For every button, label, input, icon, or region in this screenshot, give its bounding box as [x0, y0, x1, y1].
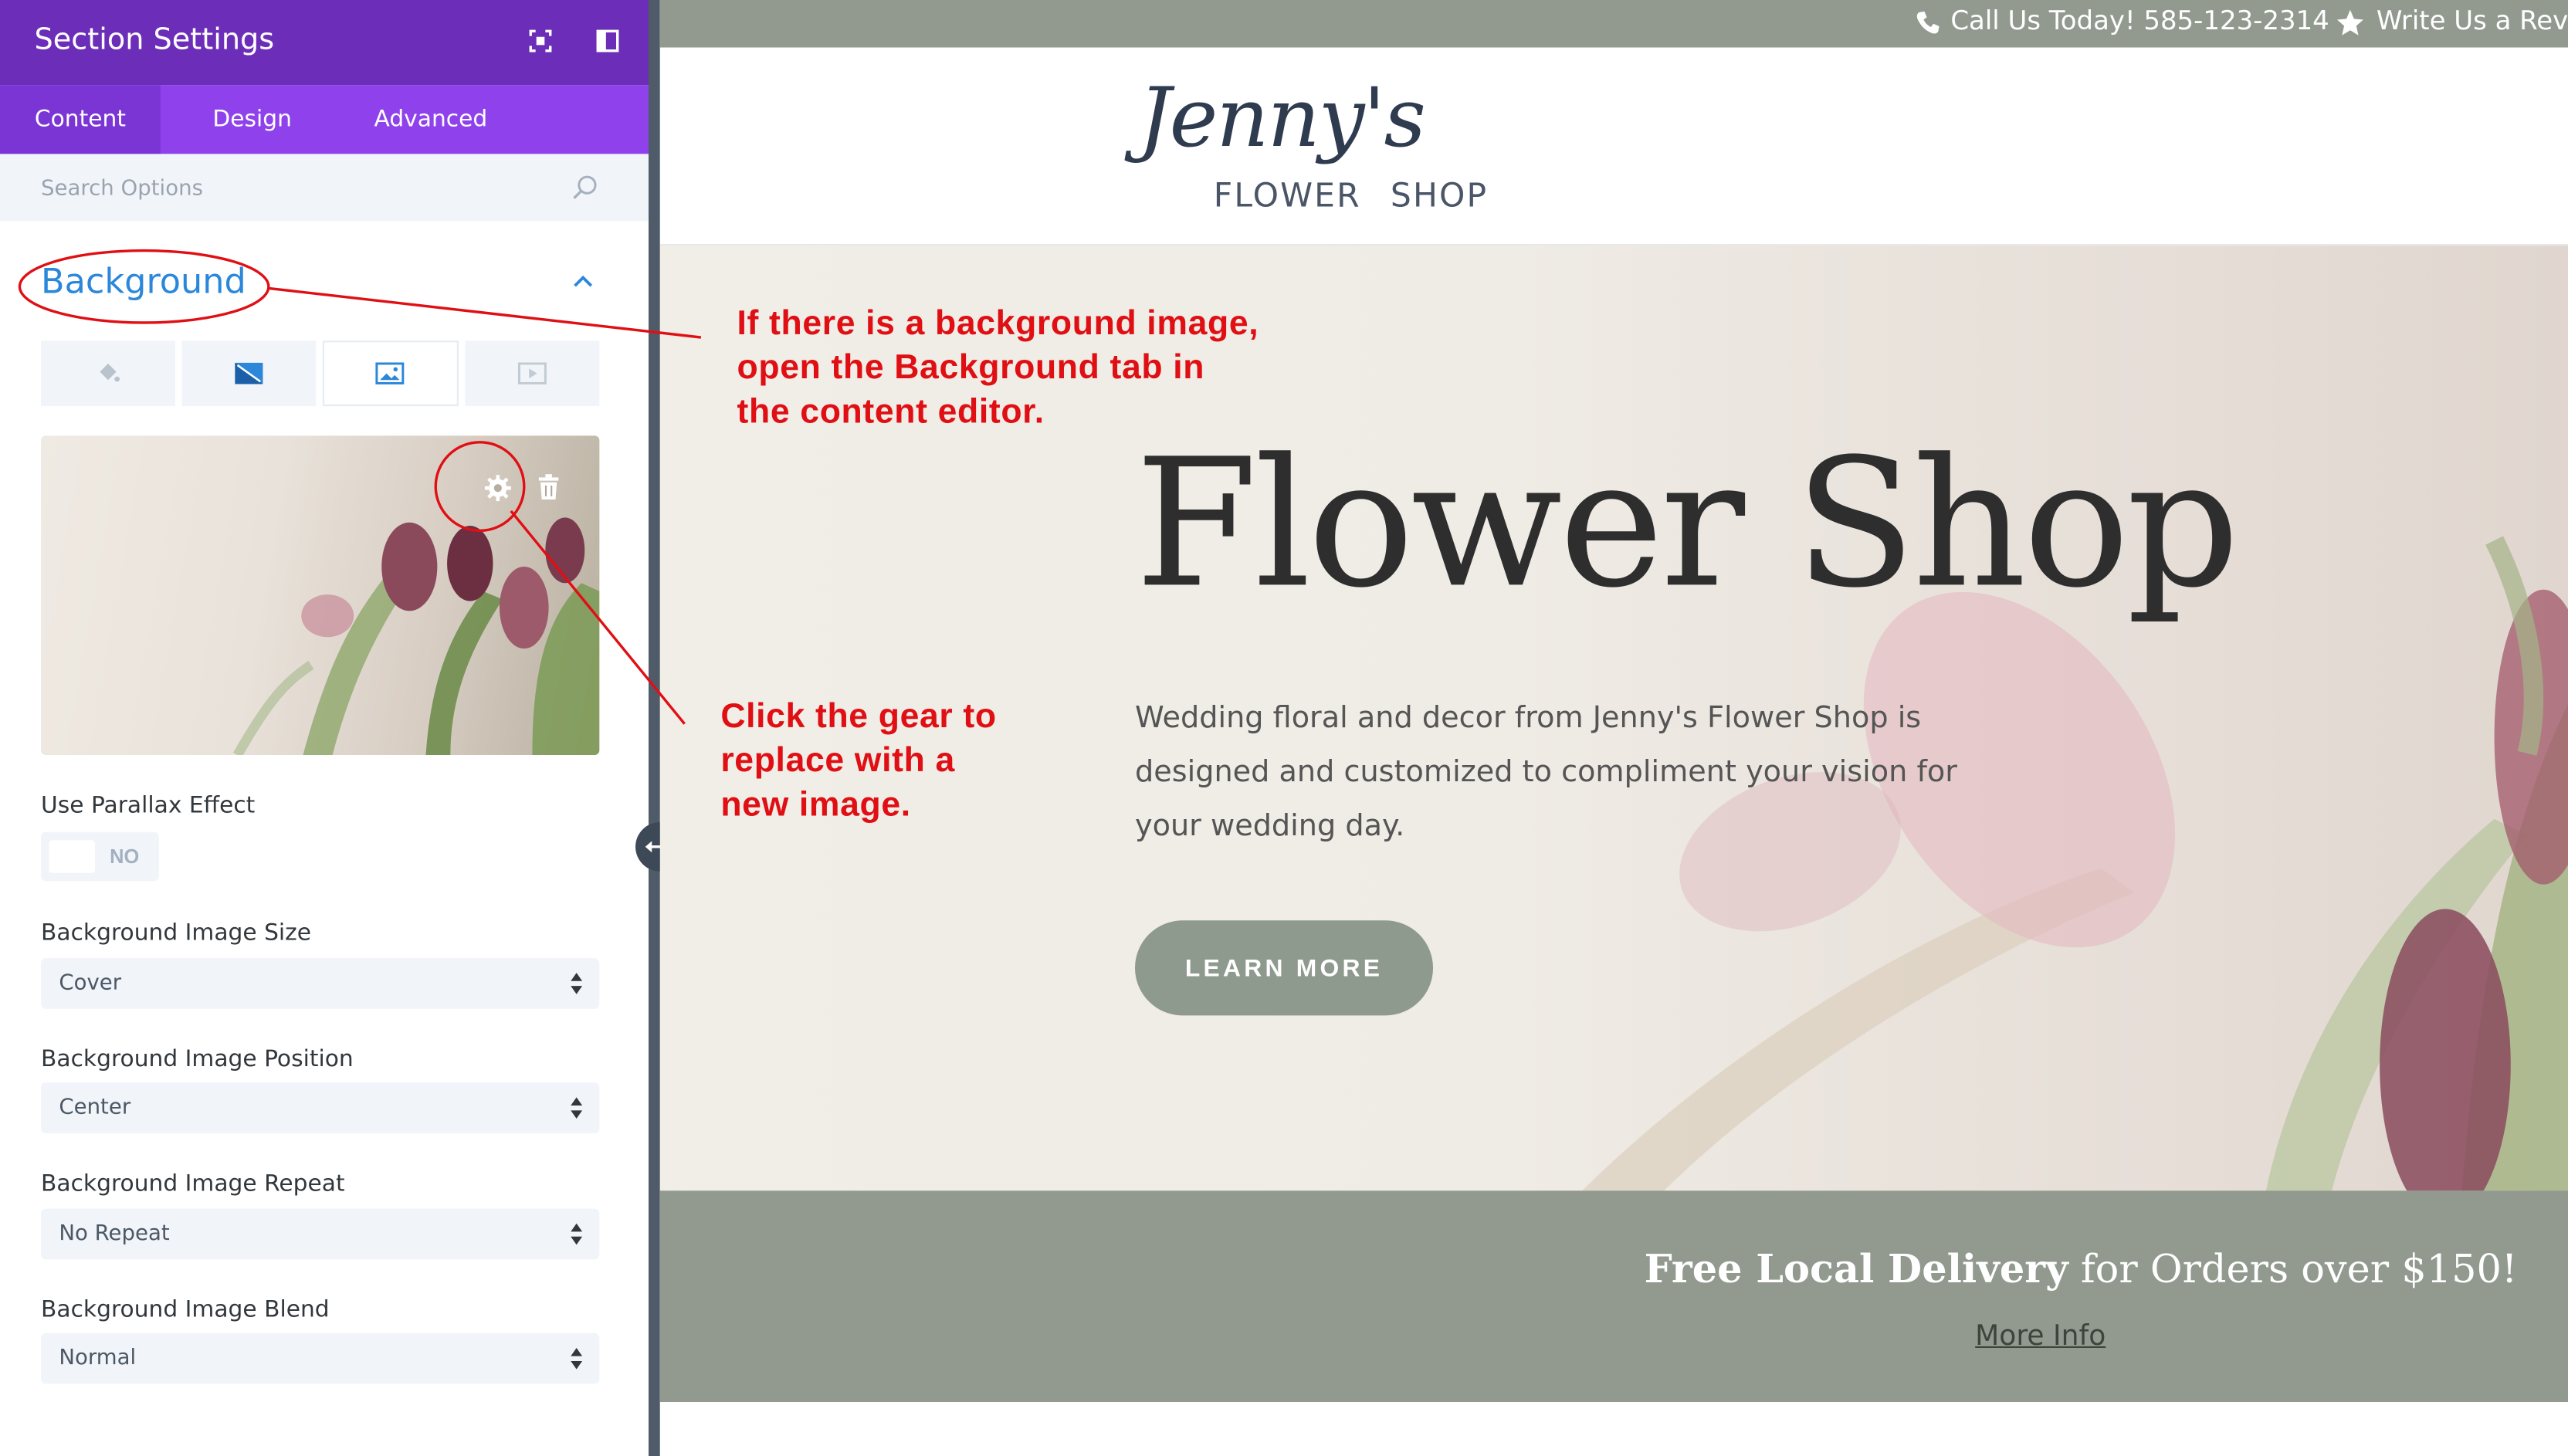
promo-rest: for Orders over $150!	[2068, 1246, 2518, 1292]
toggle-knob	[49, 840, 96, 873]
parallax-label: Use Parallax Effect	[41, 792, 256, 819]
logo-sub-left: FLOWER	[1213, 175, 1361, 215]
background-image-preview	[41, 435, 600, 756]
gradient-icon	[234, 362, 263, 384]
select-arrows-icon	[571, 1347, 583, 1370]
logo-script: Jenny's	[1138, 70, 1426, 166]
bg-gradient-tab[interactable]	[181, 340, 316, 407]
phone-icon	[1916, 11, 1940, 34]
image-position-select[interactable]: Center	[41, 1082, 600, 1134]
settings-tabs: Content Design Advanced	[0, 85, 649, 154]
tulip-thumbnail-image	[233, 517, 600, 756]
chevron-up-icon[interactable]	[570, 269, 596, 295]
delivery-banner: Free Local Delivery for Orders over $150…	[659, 1190, 2568, 1403]
learn-more-button[interactable]: LEARN MORE	[1134, 920, 1434, 1016]
tab-advanced[interactable]: Advanced	[354, 85, 507, 154]
image-repeat-select[interactable]: No Repeat	[41, 1208, 600, 1260]
parallax-toggle[interactable]: NO	[41, 831, 159, 882]
image-size-select[interactable]: Cover	[41, 958, 600, 1009]
promo-bold: Free Local Delivery	[1644, 1244, 2068, 1292]
trash-icon[interactable]	[536, 473, 562, 501]
paint-bucket-icon	[100, 363, 120, 382]
image-icon	[376, 362, 405, 384]
phone-link[interactable]: Call Us Today! 585-123-2314	[1950, 5, 2329, 36]
image-repeat-value: No Repeat	[59, 1221, 170, 1247]
section-settings-panel: Section Settings Content Design Advanced…	[0, 0, 649, 1456]
image-repeat-label: Background Image Repeat	[41, 1170, 345, 1197]
background-type-tabs	[41, 340, 600, 407]
hero-title: Flower Shop	[1134, 422, 2240, 628]
bg-image-tab[interactable]	[321, 340, 459, 407]
panel-divider[interactable]	[648, 0, 660, 1456]
bg-video-tab[interactable]	[465, 340, 600, 407]
panel-header: Section Settings	[0, 0, 649, 86]
image-position-value: Center	[59, 1095, 131, 1121]
delivery-promo-text: Free Local Delivery for Orders over $150…	[1645, 1244, 2518, 1292]
background-section-toggle[interactable]: Background	[41, 262, 246, 301]
write-review-link[interactable]: Write Us a Revi	[2377, 5, 2568, 36]
image-size-label: Background Image Size	[41, 920, 312, 947]
gear-annotation: Click the gear to replace with a new ima…	[720, 697, 997, 825]
site-header: Jenny's FLOWER SHOP	[659, 47, 2568, 246]
focus-icon[interactable]	[524, 25, 557, 57]
top-bar: Call Us Today! 585-123-2314 Write Us a R…	[659, 0, 2568, 48]
more-info-link[interactable]: More Info	[1975, 1320, 2106, 1353]
bg-color-tab[interactable]	[41, 340, 175, 407]
image-blend-select[interactable]: Normal	[41, 1332, 600, 1384]
gear-icon[interactable]	[483, 473, 513, 503]
hero-description: Wedding floral and decor from Jenny's Fl…	[1134, 701, 1957, 844]
select-arrows-icon	[571, 1097, 583, 1119]
image-position-label: Background Image Position	[41, 1046, 354, 1073]
panel-title: Section Settings	[34, 22, 275, 58]
sidebar-layout-icon[interactable]	[591, 25, 624, 57]
video-icon	[518, 362, 547, 384]
logo-sub-right: SHOP	[1390, 175, 1489, 215]
parallax-toggle-value: NO	[110, 845, 140, 869]
tab-design[interactable]: Design	[177, 85, 327, 154]
image-size-value: Cover	[59, 971, 122, 996]
star-icon	[2336, 9, 2363, 36]
background-annotation: If there is a background image, open the…	[737, 304, 1259, 431]
select-arrows-icon	[571, 973, 583, 994]
image-blend-value: Normal	[59, 1346, 137, 1371]
search-row	[0, 154, 649, 225]
image-blend-label: Background Image Blend	[41, 1297, 330, 1324]
search-input[interactable]	[0, 154, 601, 225]
tab-content[interactable]: Content	[0, 85, 161, 154]
select-arrows-icon	[571, 1223, 583, 1245]
search-icon[interactable]	[570, 174, 599, 203]
